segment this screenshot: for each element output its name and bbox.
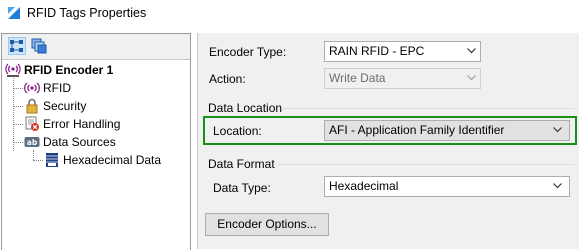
stacked-pages-icon bbox=[31, 38, 47, 54]
data-format-group-title: Data Format bbox=[208, 157, 275, 171]
group-divider bbox=[283, 108, 575, 109]
data-type-value: Hexadecimal bbox=[329, 179, 399, 193]
data-type-label: Data Type: bbox=[213, 181, 271, 195]
database-field-icon bbox=[44, 152, 60, 168]
list-view-button[interactable] bbox=[30, 37, 48, 55]
tree-item-rfid[interactable]: RFID bbox=[24, 79, 71, 97]
tree-item-label: Hexadecimal Data bbox=[63, 153, 162, 167]
tree-line bbox=[13, 142, 23, 143]
window-title: RFID Tags Properties bbox=[27, 6, 147, 20]
tree-line bbox=[13, 124, 23, 125]
tree-root-label: RFID Encoder 1 bbox=[24, 63, 114, 77]
error-handling-icon bbox=[24, 116, 40, 132]
action-label: Action: bbox=[209, 72, 246, 86]
encoder-options-button[interactable]: Encoder Options... bbox=[205, 213, 329, 236]
tree-item-error-handling[interactable]: Error Handling bbox=[24, 115, 120, 133]
tree-line bbox=[33, 150, 34, 160]
svg-text:ab: ab bbox=[27, 138, 38, 147]
rfid-encoder-icon bbox=[5, 62, 21, 78]
tree-item-hexadecimal-data[interactable]: Hexadecimal Data bbox=[44, 151, 161, 169]
tree-item-label: Data Sources bbox=[43, 135, 116, 149]
data-sources-icon: ab bbox=[24, 134, 40, 150]
tree-line bbox=[13, 88, 23, 89]
tree-view-icon bbox=[10, 40, 23, 52]
location-value: AFI - Application Family Identifier bbox=[329, 123, 505, 137]
tree-view-button[interactable] bbox=[8, 37, 26, 55]
chevron-down-icon bbox=[553, 127, 562, 133]
tree-line bbox=[33, 160, 43, 161]
action-value: Write Data bbox=[329, 71, 386, 85]
encoder-type-label: Encoder Type: bbox=[209, 45, 287, 59]
location-label: Location: bbox=[213, 124, 262, 138]
tree-root-item[interactable]: RFID Encoder 1 bbox=[5, 61, 113, 79]
tree-item-label: RFID bbox=[43, 81, 71, 95]
group-divider bbox=[278, 164, 575, 165]
lock-icon bbox=[24, 98, 40, 114]
app-icon bbox=[7, 6, 21, 20]
chevron-down-icon bbox=[467, 48, 476, 54]
tree-pane: RFID Encoder 1 RFID Security Error Handl… bbox=[1, 33, 191, 250]
tree-toolbar bbox=[2, 34, 190, 60]
data-type-dropdown[interactable]: Hexadecimal bbox=[324, 176, 570, 197]
tree-item-security[interactable]: Security bbox=[24, 97, 86, 115]
encoder-type-dropdown[interactable]: RAIN RFID - EPC bbox=[324, 41, 481, 62]
rfid-signal-icon bbox=[24, 80, 40, 96]
tree-item-label: Security bbox=[43, 99, 87, 113]
tree-line bbox=[13, 106, 23, 107]
location-dropdown[interactable]: AFI - Application Family Identifier bbox=[324, 120, 570, 141]
tree-item-label: Error Handling bbox=[43, 117, 121, 131]
tree-item-data-sources[interactable]: ab Data Sources bbox=[24, 133, 116, 151]
chevron-down-icon bbox=[467, 75, 476, 81]
chevron-down-icon bbox=[553, 183, 562, 189]
data-location-group-title: Data Location bbox=[208, 101, 283, 115]
action-dropdown[interactable]: Write Data bbox=[324, 68, 481, 89]
encoder-type-value: RAIN RFID - EPC bbox=[329, 44, 425, 58]
title-bar: RFID Tags Properties bbox=[0, 0, 579, 26]
